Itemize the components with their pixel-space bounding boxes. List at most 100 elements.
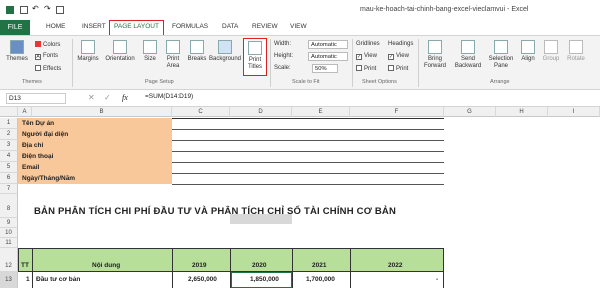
sheet-title: BẢN PHÂN TÍCH CHI PHÍ ĐẦU TƯ VÀ PHÂN TÍC… — [34, 206, 397, 217]
themes-button[interactable]: Themes — [4, 40, 30, 63]
margins-button[interactable]: Margins — [76, 40, 100, 63]
row-header[interactable]: 2 — [0, 129, 18, 140]
table-cell-2021: 1,700,000 — [306, 276, 335, 283]
row-header[interactable]: 3 — [0, 140, 18, 151]
separator — [270, 39, 271, 87]
group-label-sheet-options: Sheet Options — [362, 79, 397, 85]
row-header[interactable]: 9 — [0, 218, 18, 228]
headings-view-checkbox[interactable]: ✓ View — [388, 53, 409, 60]
fonts-icon: A — [35, 54, 41, 60]
tab-formulas[interactable]: FORMULAS — [172, 23, 208, 30]
column-header-b[interactable]: B — [32, 107, 172, 117]
separator — [72, 39, 73, 87]
print-preview-icon[interactable] — [56, 6, 64, 14]
tab-insert[interactable]: INSERT — [82, 23, 106, 30]
tab-review[interactable]: REVIEW — [252, 23, 278, 30]
size-button[interactable]: Size — [140, 40, 160, 63]
enter-icon[interactable]: ✓ — [104, 93, 111, 102]
breaks-icon — [190, 40, 204, 54]
print-titles-icon — [248, 41, 262, 55]
column-header-c[interactable]: C — [172, 107, 230, 117]
height-dropdown[interactable]: Automatic — [308, 52, 348, 61]
header-2020: 2020 — [252, 262, 267, 269]
tab-data[interactable]: DATA — [222, 23, 238, 30]
scale-label: Scale: — [274, 65, 291, 71]
headings-print-checkbox[interactable]: Print — [388, 65, 408, 72]
column-header-a[interactable]: A — [18, 107, 32, 117]
tab-home[interactable]: HOME — [46, 23, 66, 30]
print-titles-button[interactable]: Print Titles — [243, 38, 267, 76]
column-header-f[interactable]: F — [350, 107, 444, 117]
effects-icon — [35, 65, 41, 71]
header-tt: TT — [21, 262, 29, 269]
column-headers: A B C D E F G H I — [0, 107, 600, 224]
selection-pane-icon — [494, 40, 508, 54]
gridlines-view-checkbox[interactable]: ✓ View — [356, 53, 377, 60]
table-cell-content: Đầu tư cơ bản — [36, 276, 81, 283]
insert-function-icon[interactable]: fx — [122, 93, 128, 102]
column-header-h[interactable]: H — [496, 107, 548, 117]
bring-forward-icon — [428, 40, 442, 54]
group-label-scale-to-fit: Scale to Fit — [292, 79, 320, 85]
selection-pane-button[interactable]: Selection Pane — [486, 40, 516, 70]
fonts-button[interactable]: A Fonts — [35, 53, 58, 60]
header-2021: 2021 — [312, 262, 327, 269]
effects-button[interactable]: Effects — [35, 65, 61, 72]
scale-input[interactable]: 50% — [312, 64, 338, 73]
row-header[interactable]: 4 — [0, 151, 18, 162]
header-content: Nội dung — [92, 262, 121, 269]
group-button[interactable]: Group — [540, 40, 562, 63]
row-header[interactable]: 12 — [0, 248, 18, 272]
orientation-button[interactable]: Orientation — [103, 40, 137, 63]
tab-file[interactable]: FILE — [0, 20, 30, 35]
group-label-page-setup: Page Setup — [145, 79, 174, 85]
check-icon: ✓ — [388, 54, 394, 60]
bring-forward-button[interactable]: Bring Forward — [420, 40, 450, 70]
column-header-e[interactable]: E — [292, 107, 350, 117]
group-label-arrange: Arrange — [490, 79, 510, 85]
print-area-button[interactable]: Print Area — [162, 40, 184, 70]
separator — [352, 39, 353, 87]
send-backward-button[interactable]: Send Backward — [452, 40, 484, 70]
align-button[interactable]: Align — [518, 40, 538, 63]
header-2019: 2019 — [192, 262, 207, 269]
undo-icon[interactable]: ↶ — [32, 4, 40, 13]
column-header-i[interactable]: I — [548, 107, 600, 117]
row-header-selected[interactable]: 13 — [0, 272, 18, 288]
colors-button[interactable]: Colors — [35, 41, 60, 48]
formula-input[interactable]: =SUM(D14:D19) — [145, 93, 193, 100]
label-address: Địa chỉ — [22, 142, 44, 149]
tab-page-layout[interactable]: PAGE LAYOUT — [109, 20, 164, 35]
name-box[interactable]: D13 — [6, 93, 66, 104]
rotate-button[interactable]: Rotate — [564, 40, 588, 63]
width-dropdown[interactable]: Automatic — [308, 40, 348, 49]
group-icon — [544, 40, 558, 54]
row-header[interactable]: 5 — [0, 162, 18, 173]
row-header[interactable]: 8 — [0, 194, 18, 218]
column-header-g[interactable]: G — [444, 107, 496, 117]
tab-view[interactable]: VIEW — [290, 23, 307, 30]
cancel-icon[interactable]: ✕ — [88, 93, 95, 102]
title-bar: ↶ ↷ mau-ke-hoach-tai-chinh-bang-excel-vi… — [0, 0, 600, 20]
gridlines-label: Gridlines — [356, 41, 380, 47]
label-project-name: Tên Dự án — [22, 120, 55, 127]
row-header[interactable]: 1 — [0, 118, 18, 129]
themes-icon — [10, 40, 24, 54]
gridlines-print-checkbox[interactable]: Print — [356, 65, 376, 72]
row-header[interactable]: 6 — [0, 173, 18, 184]
breaks-button[interactable]: Breaks — [186, 40, 208, 63]
select-all-corner[interactable] — [0, 107, 18, 117]
align-icon — [521, 40, 535, 54]
check-icon: ✓ — [356, 54, 362, 60]
save-icon[interactable] — [20, 6, 28, 14]
row-header[interactable]: 7 — [0, 184, 18, 194]
row-header[interactable]: 11 — [0, 238, 18, 248]
send-backward-icon — [461, 40, 475, 54]
column-header-d[interactable]: D — [230, 107, 292, 117]
row-header[interactable]: 10 — [0, 228, 18, 238]
background-button[interactable]: Background — [208, 40, 242, 63]
orientation-icon — [113, 40, 127, 54]
redo-icon[interactable]: ↷ — [44, 4, 52, 13]
width-label: Width: — [274, 41, 292, 47]
separator — [418, 39, 419, 87]
